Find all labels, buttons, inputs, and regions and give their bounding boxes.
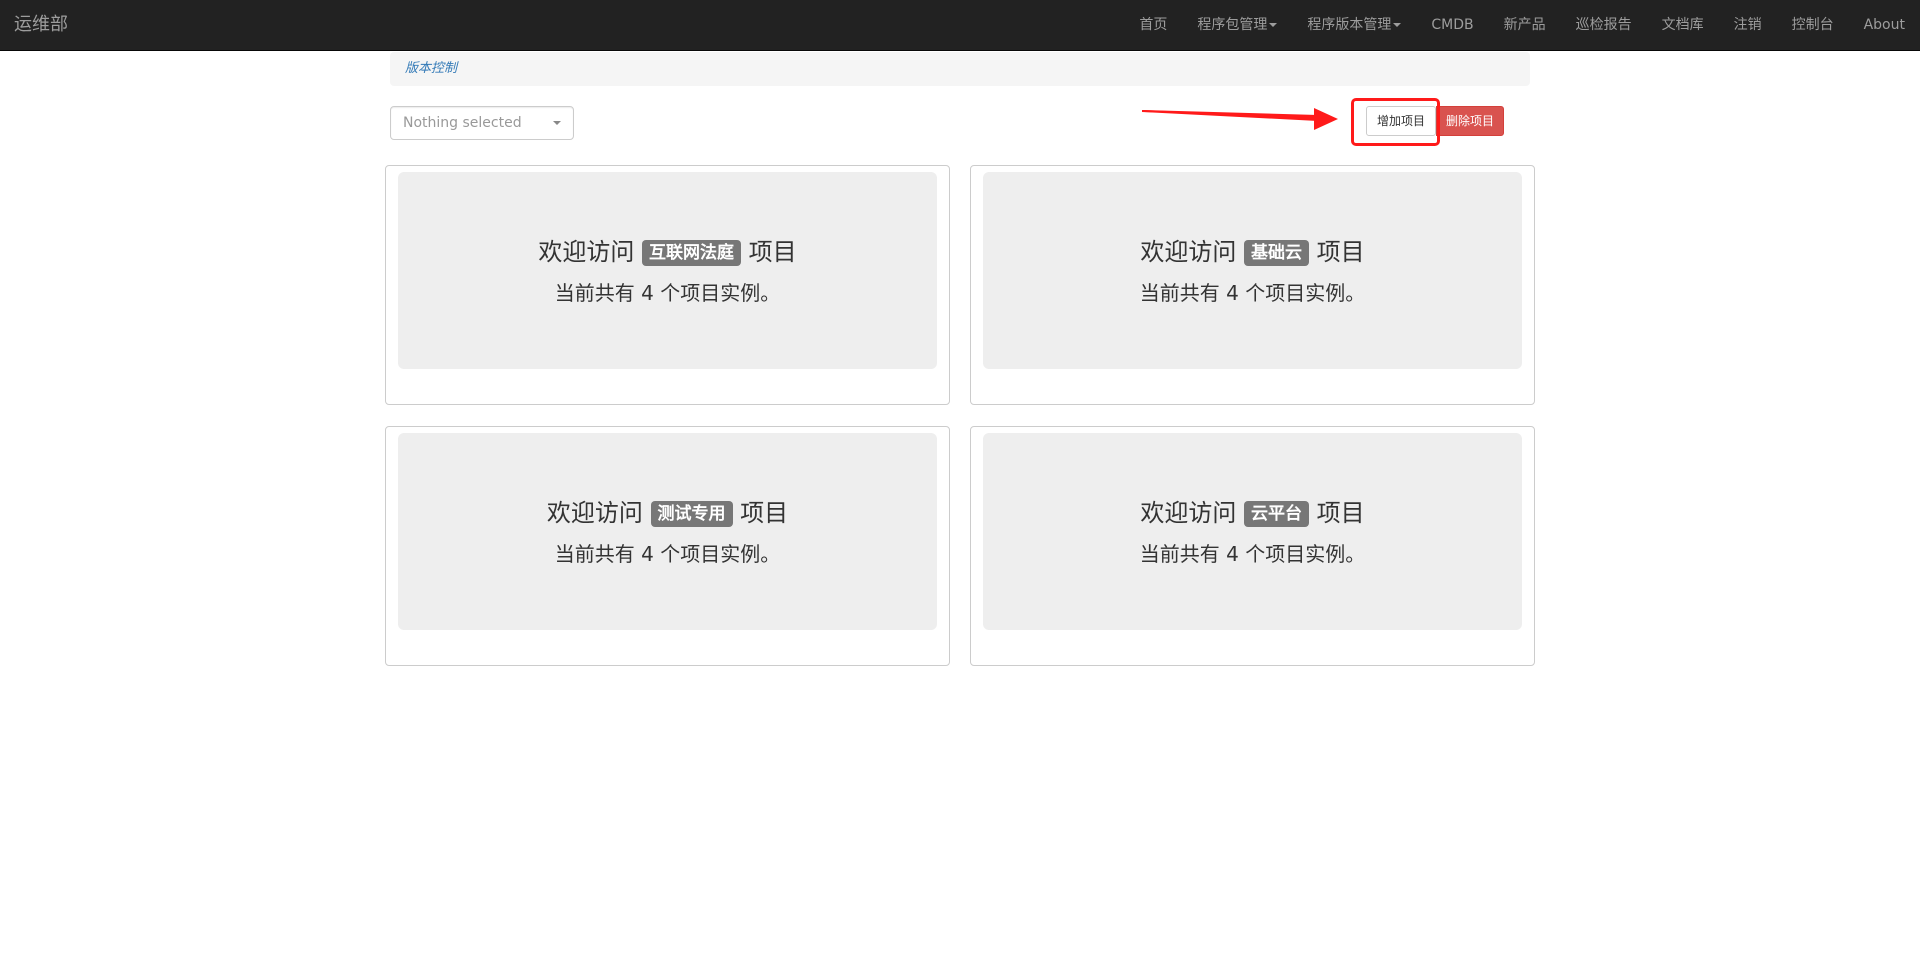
- add-project-button[interactable]: 增加项目: [1366, 106, 1436, 136]
- breadcrumb-link-version-control[interactable]: 版本控制: [405, 61, 457, 76]
- project-title-prefix: 欢迎访问: [1140, 499, 1237, 527]
- nav-item-label: 程序版本管理: [1307, 17, 1392, 33]
- project-title-prefix: 欢迎访问: [546, 499, 643, 527]
- delete-project-button[interactable]: 删除项目: [1436, 106, 1504, 136]
- project-name-badge: 互联网法庭: [642, 240, 741, 266]
- project-instance-count: 当前共有 4 个项目实例。: [1139, 542, 1366, 566]
- project-instance-count: 当前共有 4 个项目实例。: [554, 281, 781, 305]
- project-select-placeholder: Nothing selected: [403, 115, 522, 131]
- project-card: 欢迎访问 互联网法庭 项目 当前共有 4 个项目实例。: [385, 165, 950, 405]
- project-jumbotron[interactable]: 欢迎访问 基础云 项目 当前共有 4 个项目实例。: [983, 172, 1522, 369]
- project-title: 欢迎访问 云平台 项目: [983, 496, 1522, 530]
- nav-item-console[interactable]: 控制台: [1777, 0, 1849, 50]
- project-title-prefix: 欢迎访问: [1140, 238, 1237, 266]
- navbar-brand[interactable]: 运维部: [14, 0, 68, 50]
- project-card: 欢迎访问 基础云 项目 当前共有 4 个项目实例。: [970, 165, 1535, 405]
- project-name-badge: 云平台: [1244, 501, 1309, 527]
- nav-item-logout[interactable]: 注销: [1719, 0, 1777, 50]
- nav-item-new-product[interactable]: 新产品: [1489, 0, 1561, 50]
- project-instance-count: 当前共有 4 个项目实例。: [1139, 281, 1366, 305]
- project-title-suffix: 项目: [1316, 499, 1365, 527]
- nav-item-home[interactable]: 首页: [1124, 0, 1182, 50]
- nav-item-cmdb[interactable]: CMDB: [1416, 0, 1488, 50]
- nav-item-inspection-report[interactable]: 巡检报告: [1561, 0, 1647, 50]
- caret-down-icon: [1269, 23, 1278, 27]
- nav-item-document-library[interactable]: 文档库: [1647, 0, 1719, 50]
- project-title: 欢迎访问 基础云 项目: [983, 235, 1522, 269]
- breadcrumb: 版本控制: [390, 52, 1530, 86]
- project-title: 欢迎访问 互联网法庭 项目: [398, 235, 937, 269]
- top-navbar: 运维部 首页 程序包管理 程序版本管理 CMDB 新产品 巡检报告 文档库 注销…: [0, 0, 1920, 51]
- nav-item-label: 程序包管理: [1197, 17, 1268, 33]
- caret-down-icon: [1393, 23, 1402, 27]
- caret-down-icon: [553, 121, 561, 125]
- project-card: 欢迎访问 云平台 项目 当前共有 4 个项目实例。: [970, 426, 1535, 666]
- project-select[interactable]: Nothing selected: [390, 106, 574, 140]
- project-card: 欢迎访问 测试专用 项目 当前共有 4 个项目实例。: [385, 426, 950, 666]
- project-name-badge: 基础云: [1244, 240, 1309, 266]
- project-instance-count: 当前共有 4 个项目实例。: [554, 542, 781, 566]
- navbar-menu: 首页 程序包管理 程序版本管理 CMDB 新产品 巡检报告 文档库 注销 控制台…: [1124, 0, 1920, 50]
- project-name-badge: 测试专用: [650, 501, 733, 527]
- project-jumbotron[interactable]: 欢迎访问 互联网法庭 项目 当前共有 4 个项目实例。: [398, 172, 937, 369]
- project-title-suffix: 项目: [740, 499, 789, 527]
- nav-item-about[interactable]: About: [1849, 0, 1920, 50]
- project-title: 欢迎访问 测试专用 项目: [398, 496, 937, 530]
- annotation-arrow-icon: [1142, 108, 1338, 130]
- project-jumbotron[interactable]: 欢迎访问 测试专用 项目 当前共有 4 个项目实例。: [398, 433, 937, 630]
- nav-item-package-management[interactable]: 程序包管理: [1182, 0, 1292, 50]
- project-title-suffix: 项目: [1316, 238, 1365, 266]
- project-title-suffix: 项目: [748, 238, 797, 266]
- nav-item-version-management[interactable]: 程序版本管理: [1292, 0, 1416, 50]
- project-jumbotron[interactable]: 欢迎访问 云平台 项目 当前共有 4 个项目实例。: [983, 433, 1522, 630]
- project-title-prefix: 欢迎访问: [538, 238, 635, 266]
